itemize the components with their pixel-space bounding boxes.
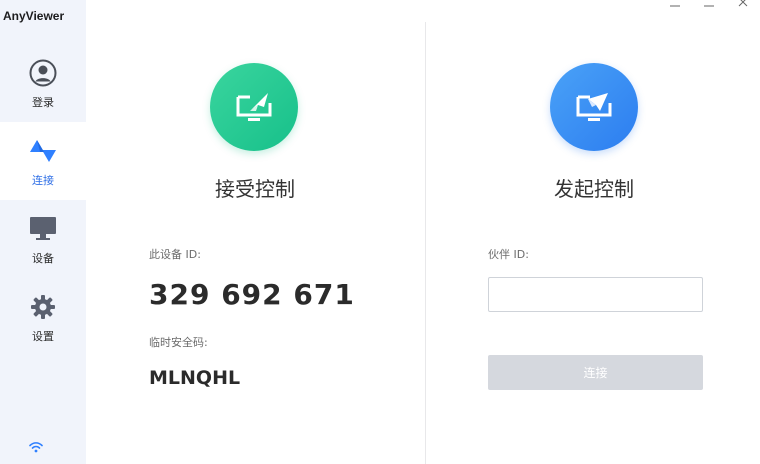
panel-divider [425,22,426,464]
initiate-control-title: 发起控制 [554,177,634,201]
sidebar-item-connect[interactable]: 连接 [0,122,86,200]
app-title: AnyViewer [3,9,65,23]
sidebar-item-label: 设备 [32,252,54,265]
sidebar-item-login[interactable]: 登录 [0,44,86,122]
sidebar-item-label: 设置 [32,330,54,343]
sidebar: AnyViewer 登录 连接 设备 设置 [0,0,86,464]
window-controls [658,0,760,12]
connect-button[interactable]: 连接 [488,355,703,390]
partner-id-input[interactable] [488,277,703,312]
close-icon[interactable] [726,0,760,12]
sidebar-item-devices[interactable]: 设备 [0,200,86,278]
device-id-value: 329 692 671 [149,278,355,311]
maximize-icon[interactable] [692,0,726,12]
sidebar-item-label: 登录 [32,96,54,109]
temp-code-value: MLNQHL [149,367,241,389]
sidebar-item-settings[interactable]: 设置 [0,278,86,356]
minimize-icon[interactable] [658,0,692,12]
partner-id-label: 伙伴 ID: [488,248,529,261]
remote-control-icon [550,63,638,151]
sidebar-item-label: 连接 [32,174,54,187]
user-circle-icon [28,58,58,88]
device-id-label: 此设备 ID: [149,248,201,261]
connect-arrows-icon [28,136,58,166]
temp-code-label: 临时安全码: [149,336,208,349]
accept-control-title: 接受控制 [215,177,295,201]
screen-share-icon [210,63,298,151]
monitor-icon [28,214,58,244]
wifi-icon [29,438,43,453]
gear-icon [28,292,58,322]
